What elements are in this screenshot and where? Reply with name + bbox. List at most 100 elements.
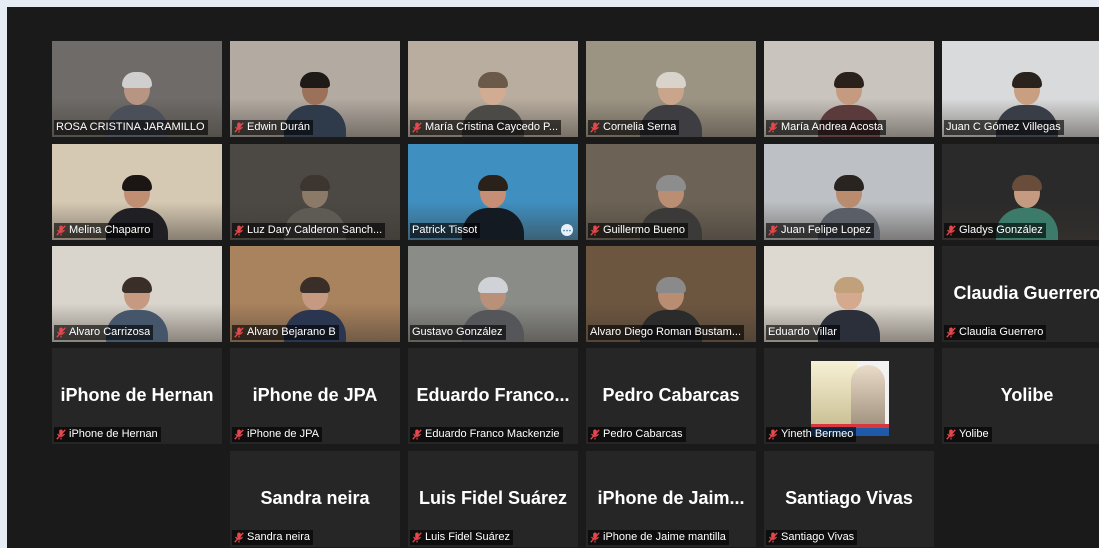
mic-muted-icon bbox=[234, 532, 244, 543]
mic-muted-icon bbox=[946, 327, 956, 338]
participant-display-name: iPhone de JPA bbox=[252, 385, 378, 405]
participant-name-label: Luz Dary Calderon Sanch... bbox=[232, 223, 386, 238]
participant-name-label: Pedro Cabarcas bbox=[588, 427, 686, 442]
participant-name: iPhone de Hernan bbox=[69, 428, 158, 440]
mic-muted-icon bbox=[234, 429, 244, 440]
mic-muted-icon bbox=[768, 429, 778, 440]
participant-name: Gladys González bbox=[959, 224, 1043, 236]
participant-name: Alvaro Bejarano B bbox=[247, 326, 336, 338]
participant-tile[interactable]: Guillermo Bueno bbox=[586, 144, 756, 240]
participant-tile[interactable]: Edwin Durán bbox=[230, 41, 400, 137]
participant-tile[interactable]: iPhone de Jaim... iPhone de Jaime mantill… bbox=[586, 451, 756, 547]
participant-tile[interactable]: ROSA CRISTINA JARAMILLO bbox=[52, 41, 222, 137]
participant-tile[interactable]: iPhone de JPA iPhone de JPA bbox=[230, 348, 400, 444]
mic-muted-icon bbox=[234, 225, 244, 236]
participant-name: Pedro Cabarcas bbox=[603, 428, 683, 440]
more-options-icon[interactable]: ⋯ bbox=[561, 224, 573, 236]
participant-name: Juan Felipe Lopez bbox=[781, 224, 871, 236]
participant-tile[interactable]: Claudia Guerrero Claudia Guerrero bbox=[942, 246, 1099, 342]
mic-muted-icon bbox=[768, 225, 778, 236]
participant-tile[interactable]: Juan Felipe Lopez bbox=[764, 144, 934, 240]
participant-name: Juan C Gómez Villegas bbox=[946, 121, 1061, 133]
participant-display-name: Santiago Vivas bbox=[785, 488, 913, 508]
participant-display-name: Claudia Guerrero bbox=[953, 283, 1099, 303]
participant-name: Eduardo Villar bbox=[768, 326, 837, 338]
mic-muted-icon bbox=[234, 327, 244, 338]
participant-display-name: Sandra neira bbox=[260, 488, 370, 508]
participant-tile[interactable]: Yineth Bermeo bbox=[764, 348, 934, 444]
mic-muted-icon bbox=[590, 532, 600, 543]
participant-name-label: Melina Chaparro bbox=[54, 223, 154, 238]
mic-muted-icon bbox=[768, 532, 778, 543]
participant-display-name: iPhone de Jaim... bbox=[597, 488, 745, 508]
participant-name-label: iPhone de JPA bbox=[232, 427, 322, 442]
participant-tile[interactable]: Juan C Gómez Villegas bbox=[942, 41, 1099, 137]
participant-name-label: Guillermo Bueno bbox=[588, 223, 688, 238]
participant-name-label: Cornelia Serna bbox=[588, 120, 680, 135]
participant-name-label: Luis Fidel Suárez bbox=[410, 530, 513, 545]
participant-display-name: Eduardo Franco... bbox=[416, 385, 570, 405]
participant-name-label: Edwin Durán bbox=[232, 120, 313, 135]
participant-name: Yolibe bbox=[959, 428, 989, 440]
participant-tile[interactable]: Alvaro Diego Roman Bustam... bbox=[586, 246, 756, 342]
participant-name: Luis Fidel Suárez bbox=[425, 531, 510, 543]
participant-name-label: María Cristina Caycedo P... bbox=[410, 120, 562, 135]
participant-name-label: Alvaro Bejarano B bbox=[232, 325, 339, 340]
participant-tile[interactable]: Gladys González bbox=[942, 144, 1099, 240]
mic-muted-icon bbox=[56, 225, 66, 236]
mic-muted-icon bbox=[234, 122, 244, 133]
participant-display-name: Luis Fidel Suárez bbox=[418, 488, 568, 508]
participant-name: Cornelia Serna bbox=[603, 121, 677, 133]
mic-muted-icon bbox=[768, 122, 778, 133]
participant-name-label: Gustavo González bbox=[410, 325, 506, 340]
participant-name: Claudia Guerrero bbox=[959, 326, 1044, 338]
participant-name: Guillermo Bueno bbox=[603, 224, 685, 236]
participant-display-name: Yolibe bbox=[1000, 385, 1054, 405]
participant-tile[interactable]: Alvaro Carrizosa bbox=[52, 246, 222, 342]
participant-name-label: Eduardo Franco Mackenzie bbox=[410, 427, 563, 442]
participant-tile[interactable]: Pedro Cabarcas Pedro Cabarcas bbox=[586, 348, 756, 444]
participant-name: Alvaro Carrizosa bbox=[69, 326, 151, 338]
participant-tile[interactable]: Santiago Vivas Santiago Vivas bbox=[764, 451, 934, 547]
participant-name-label: María Andrea Acosta bbox=[766, 120, 887, 135]
participant-name: ROSA CRISTINA JARAMILLO bbox=[56, 121, 205, 133]
participant-name-label: Yolibe bbox=[944, 427, 992, 442]
participant-display-name: Pedro Cabarcas bbox=[602, 385, 740, 405]
participant-name: iPhone de Jaime mantilla bbox=[603, 531, 726, 543]
participant-tile[interactable]: Gustavo González bbox=[408, 246, 578, 342]
participant-name-label: iPhone de Hernan bbox=[54, 427, 161, 442]
participant-name-label: Alvaro Carrizosa bbox=[54, 325, 154, 340]
participant-tile[interactable]: Cornelia Serna bbox=[586, 41, 756, 137]
participant-tile[interactable]: Patrick Tissot ⋯ bbox=[408, 144, 578, 240]
mic-muted-icon bbox=[590, 225, 600, 236]
participant-tile[interactable]: Luis Fidel Suárez Luis Fidel Suárez bbox=[408, 451, 578, 547]
participant-name: Alvaro Diego Roman Bustam... bbox=[590, 326, 742, 338]
participant-name: Yineth Bermeo bbox=[781, 428, 854, 440]
participant-name-label: Alvaro Diego Roman Bustam... bbox=[588, 325, 745, 340]
participant-tile[interactable]: Luz Dary Calderon Sanch... bbox=[230, 144, 400, 240]
participant-name-label: Patrick Tissot bbox=[410, 223, 481, 238]
participant-tile[interactable]: Alvaro Bejarano B bbox=[230, 246, 400, 342]
participant-tile[interactable]: iPhone de Hernan iPhone de Hernan bbox=[52, 348, 222, 444]
participant-name: Edwin Durán bbox=[247, 121, 310, 133]
mic-muted-icon bbox=[946, 429, 956, 440]
participant-name: Luz Dary Calderon Sanch... bbox=[247, 224, 383, 236]
participant-name: María Cristina Caycedo P... bbox=[425, 121, 559, 133]
mic-muted-icon bbox=[412, 532, 422, 543]
participant-tile[interactable]: Sandra neira Sandra neira bbox=[230, 451, 400, 547]
mic-muted-icon bbox=[590, 122, 600, 133]
participant-tile[interactable]: Yolibe Yolibe bbox=[942, 348, 1099, 444]
participant-name-label: Santiago Vivas bbox=[766, 530, 858, 545]
participant-tile[interactable]: Eduardo Villar bbox=[764, 246, 934, 342]
mic-muted-icon bbox=[56, 327, 66, 338]
participant-tile[interactable]: Melina Chaparro bbox=[52, 144, 222, 240]
participant-name-label: Eduardo Villar bbox=[766, 325, 840, 340]
mic-muted-icon bbox=[56, 429, 66, 440]
participant-tile[interactable]: Eduardo Franco... Eduardo Franco Mackenzi… bbox=[408, 348, 578, 444]
mic-muted-icon bbox=[946, 225, 956, 236]
participant-name-label: Juan Felipe Lopez bbox=[766, 223, 874, 238]
participant-tile[interactable]: María Andrea Acosta bbox=[764, 41, 934, 137]
video-gallery: ROSA CRISTINA JARAMILLO Edwin Durán María … bbox=[7, 7, 1099, 548]
participant-name-label: ROSA CRISTINA JARAMILLO bbox=[54, 120, 208, 135]
participant-tile[interactable]: María Cristina Caycedo P... bbox=[408, 41, 578, 137]
